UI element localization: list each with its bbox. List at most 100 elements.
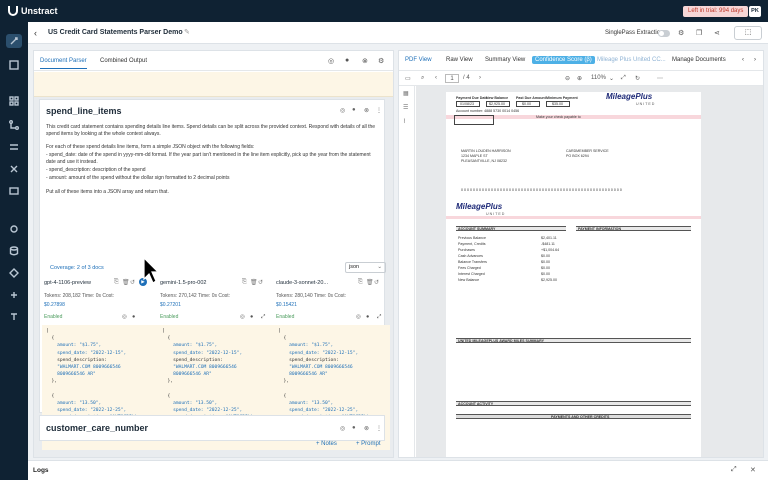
export-button[interactable]: ⬚ — [734, 26, 762, 40]
zoom-chevron-icon[interactable]: ⌄ — [609, 75, 614, 82]
prompt-text-5[interactable]: - amount: amount of the spend without th… — [46, 175, 381, 182]
prompt-run-all-icon[interactable]: ● — [352, 107, 356, 113]
workflow-icon[interactable] — [6, 58, 22, 72]
cc-run-icon[interactable]: ◎ — [340, 425, 345, 432]
cc-clear-icon[interactable]: ⊗ — [364, 425, 369, 432]
zoom-out-icon[interactable]: ⊖ — [565, 75, 570, 82]
model-2-delete-icon[interactable]: 🗑 — [250, 279, 258, 286]
user-avatar[interactable]: PK — [749, 6, 761, 17]
embedding-icon[interactable] — [6, 288, 22, 302]
tab-raw-view[interactable]: Raw View — [446, 57, 473, 63]
prompt-text-4[interactable]: - spend_description: description of the … — [46, 167, 381, 174]
more-icon[interactable]: ⋯ — [657, 75, 663, 82]
pdf-miles-header: UNITED MILEAGEPLUS AWARD MILES SUMMARY — [456, 338, 691, 343]
prev-doc-icon[interactable]: ‹ — [742, 57, 744, 63]
database-icon[interactable] — [6, 244, 22, 258]
code-line: spend_date: "2022-12-25", — [278, 408, 359, 414]
page-input[interactable]: 1 — [445, 74, 459, 83]
model-1-reset-icon[interactable]: ↺ — [130, 279, 135, 286]
model-1-enabled[interactable]: Enabled — [44, 314, 62, 320]
dashboard-icon[interactable] — [6, 94, 22, 108]
prompt-clear-icon[interactable]: ⊗ — [364, 107, 369, 114]
search-icon[interactable]: ⌕ — [421, 75, 424, 82]
model-3-reset-icon[interactable]: ↺ — [374, 279, 379, 286]
tab-document-parser[interactable]: Document Parser — [40, 58, 87, 69]
outline-icon[interactable]: ☰ — [403, 104, 408, 111]
llm-icon[interactable] — [6, 266, 22, 280]
sidebar-toggle-icon[interactable]: ▭ — [405, 75, 411, 82]
model-3-expand-icon[interactable]: ⤢ — [377, 314, 381, 321]
manage-documents-button[interactable]: Manage Documents — [672, 57, 726, 63]
copy-icon[interactable]: ❐ — [696, 29, 702, 37]
thumbnails-icon[interactable]: ▦ — [403, 90, 409, 97]
coverage-link[interactable]: Coverage: 2 of 3 docs — [50, 265, 104, 271]
model-2-copy-icon[interactable]: ⎘ — [242, 279, 247, 286]
api-icon[interactable] — [6, 184, 22, 198]
model-2-target-icon[interactable]: ◎ — [240, 314, 245, 320]
text-extractor-icon[interactable] — [6, 310, 22, 324]
task-icon[interactable] — [6, 162, 22, 176]
fullscreen-icon[interactable]: ⤢ — [621, 75, 626, 82]
model-2-stats: Tokens: 270,142 Time: 0s Cost: — [160, 293, 231, 299]
share-icon[interactable]: ⋖ — [714, 29, 720, 37]
model-1-delete-icon[interactable]: 🗑 — [122, 279, 130, 286]
zoom-level[interactable]: 110% — [591, 75, 606, 81]
settings-icon-left[interactable]: ⚙ — [378, 57, 384, 65]
clear-icon[interactable]: ⊗ — [362, 57, 368, 65]
output-format-select[interactable]: json ⌄ — [345, 262, 386, 273]
logs-bar[interactable]: Logs ⤢ ✕ — [28, 460, 768, 480]
model-1-target-icon[interactable]: ◎ — [122, 314, 127, 320]
etl-icon[interactable] — [6, 140, 22, 154]
settings-icon[interactable] — [6, 222, 22, 236]
tab-pdf-view[interactable]: PDF View — [405, 57, 432, 63]
logs-expand-icon[interactable]: ⤢ — [731, 466, 737, 474]
model-2-expand-icon[interactable]: ⤢ — [261, 314, 265, 321]
target-icon[interactable]: ◎ — [328, 57, 334, 65]
add-prompt-button[interactable]: + Prompt — [356, 441, 381, 447]
app-logo[interactable]: Unstract — [8, 6, 58, 16]
tab-combined-output[interactable]: Combined Output — [100, 58, 147, 64]
prompt-text-1[interactable]: This credit card statement contains spen… — [46, 124, 381, 138]
model-3-run-dot-icon[interactable]: ● — [366, 314, 369, 320]
tab-summary-view[interactable]: Summary View — [485, 57, 525, 63]
model-3-delete-icon[interactable]: 🗑 — [366, 279, 374, 286]
model-2-reset-icon[interactable]: ↺ — [258, 279, 263, 286]
code-line: spend_description: — [162, 357, 223, 363]
model-1-run-dot-icon[interactable]: ● — [132, 314, 135, 320]
model-3-target-icon[interactable]: ◎ — [356, 314, 361, 320]
next-doc-icon[interactable]: › — [754, 57, 756, 63]
edit-icon[interactable]: ✎ — [184, 28, 190, 36]
model-1-copy-icon[interactable]: ⎘ — [114, 279, 119, 286]
model-2-enabled[interactable]: Enabled — [160, 314, 178, 320]
prompt-run-icon[interactable]: ◎ — [340, 107, 345, 114]
pdf-brand-1: MileagePlus — [606, 92, 653, 101]
zoom-in-icon[interactable]: ⊕ — [577, 75, 582, 82]
model-3-enabled[interactable]: Enabled — [276, 314, 294, 320]
prompt-key[interactable]: spend_line_items — [46, 106, 122, 116]
settings-gear-icon[interactable]: ⚙ — [678, 29, 684, 37]
code-line: spend_description: — [46, 357, 107, 363]
back-button[interactable]: ‹ — [34, 28, 37, 38]
run-all-icon[interactable]: ● — [345, 57, 349, 64]
prompt-studio-icon[interactable] — [6, 34, 22, 48]
cc-run-all-icon[interactable]: ● — [352, 425, 356, 431]
attachment-icon[interactable]: ⌇ — [403, 118, 406, 125]
rotate-icon[interactable]: ↻ — [635, 75, 640, 82]
pipeline-icon[interactable] — [6, 118, 22, 132]
model-3-copy-icon[interactable]: ⎘ — [358, 279, 363, 286]
prompt-key-2[interactable]: customer_care_number — [46, 423, 148, 433]
model-2-run-dot-icon[interactable]: ● — [250, 314, 253, 320]
singlepass-toggle[interactable] — [658, 30, 670, 37]
pdf-summary-value: $0.00 — [541, 266, 550, 270]
tab-confidence-score[interactable]: Confidence Score (β) — [532, 56, 595, 64]
add-notes-button[interactable]: + Notes — [316, 441, 337, 447]
prev-page-icon[interactable]: ‹ — [435, 75, 437, 81]
prompt-menu-icon[interactable]: ⋮ — [376, 107, 382, 114]
doc-selector[interactable]: Mileage Plus United CC... — [597, 57, 666, 63]
next-page-icon[interactable]: › — [479, 75, 481, 81]
prompt-text-3[interactable]: - spend_date: date of the spend in yyyy-… — [46, 152, 381, 166]
prompt-text-2[interactable]: For each of these spend details line ite… — [46, 144, 381, 151]
prompt-text-6[interactable]: Put all of these items into a JSON array… — [46, 189, 381, 196]
logs-close-icon[interactable]: ✕ — [750, 466, 756, 474]
cc-menu-icon[interactable]: ⋮ — [376, 425, 382, 432]
